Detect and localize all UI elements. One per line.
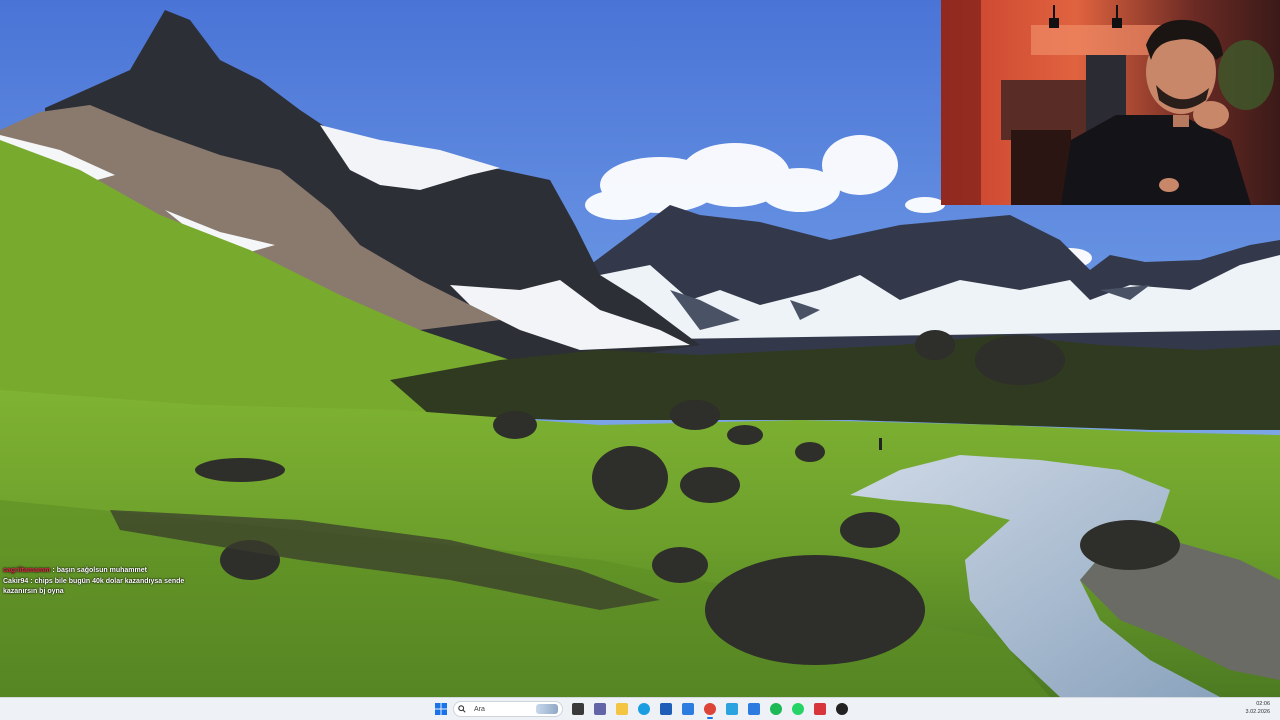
taskbar-app-whatsapp[interactable] [790, 701, 806, 717]
spotify-icon [770, 703, 782, 715]
search-placeholder: Ara [474, 705, 485, 713]
chat-overlay: cagriitamamm : başın sağolsun muhammet C… [3, 566, 203, 598]
system-clock[interactable]: 02:06 3.02.2026 [1246, 700, 1270, 716]
taskbar-app-mail[interactable] [680, 701, 696, 717]
clock-date: 3.02.2026 [1245, 709, 1270, 715]
clock-time: 02:06 [1256, 701, 1270, 707]
mail-icon [682, 703, 694, 715]
file-explorer-icon [616, 703, 628, 715]
taskbar-app-chrome[interactable] [702, 701, 718, 719]
taskbar-app-spotify[interactable] [768, 701, 784, 717]
taskbar-app-app-red[interactable] [812, 701, 828, 717]
taskbar-app-store[interactable] [658, 701, 674, 717]
app-red-icon [814, 703, 826, 715]
webcam-overlay [941, 0, 1280, 205]
chrome-icon [704, 703, 716, 715]
streamer-camera-image [941, 0, 1280, 205]
chat-message: cagriitamamm : başın sağolsun muhammet [3, 566, 203, 576]
task-view-icon [572, 703, 584, 715]
chat-message: Cakir94 : chips bile bugün 40k dolar kaz… [3, 577, 203, 597]
chat-username: cagriitamamm [3, 567, 51, 574]
taskbar-app-obs[interactable] [834, 701, 850, 717]
taskbar-app-teams[interactable] [592, 701, 608, 717]
edge-icon [638, 703, 650, 715]
taskbar: Ara 02:06 3.02.2026 [0, 697, 1280, 720]
chat-text: başın sağolsun muhammet [56, 567, 147, 574]
start-button[interactable] [433, 701, 449, 717]
taskbar-app-maps[interactable] [746, 701, 762, 717]
taskbar-app-file-explorer[interactable] [614, 701, 630, 717]
taskbar-app-edge[interactable] [636, 701, 652, 717]
taskbar-app-telegram[interactable] [724, 701, 740, 717]
whatsapp-icon [792, 703, 804, 715]
running-indicator [707, 717, 713, 719]
taskbar-search[interactable]: Ara [453, 701, 563, 717]
store-icon [660, 703, 672, 715]
chat-username: Cakir94 [3, 578, 29, 585]
windows-logo-icon [435, 703, 447, 715]
search-highlight-image [536, 704, 558, 714]
taskbar-app-task-view[interactable] [570, 701, 586, 717]
obs-icon [836, 703, 848, 715]
teams-icon [594, 703, 606, 715]
maps-icon [748, 703, 760, 715]
search-icon [458, 705, 470, 713]
telegram-icon [726, 703, 738, 715]
